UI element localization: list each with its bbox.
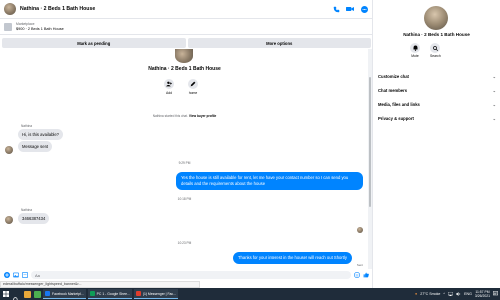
chat-start-notice: Nathina started this chat. View buyer pr… <box>0 114 369 118</box>
mark-as-pending-button[interactable]: Mark as pending <box>2 38 186 48</box>
chat-main: Nathina · 2 Beds 1 Bath House Marketplac… <box>0 0 373 288</box>
like-icon[interactable] <box>363 272 369 278</box>
header-avatar[interactable] <box>4 3 16 15</box>
sender-name: Nathina <box>21 124 32 128</box>
weather-icon: ● <box>415 292 418 296</box>
clock-date: 3/26/2021 <box>474 294 490 298</box>
call-icon[interactable] <box>331 4 341 14</box>
browser-icon <box>135 291 141 296</box>
incoming-message[interactable]: Message sent <box>18 141 53 152</box>
notification-icon[interactable] <box>493 291 498 297</box>
sender-avatar <box>5 216 13 224</box>
seen-avatar <box>357 227 363 233</box>
incoming-message[interactable]: Hi, is this available? <box>18 129 64 140</box>
taskbar-app-messenger[interactable]: (1) Messenger | Fac... <box>133 289 178 299</box>
more-icon[interactable] <box>359 4 369 14</box>
section-label: Customize chat <box>378 74 409 79</box>
browser-icon <box>45 291 50 296</box>
chat-header: Nathina · 2 Beds 1 Bath House <box>0 0 373 19</box>
home-label: home <box>188 91 198 95</box>
weather-text[interactable]: 27°C Smoke <box>420 292 440 296</box>
taskbar-app-facebook-marketplace[interactable]: Facebook Marketpl... <box>43 289 86 299</box>
add-label: Add <box>165 91 173 95</box>
task-label: Facebook Marketpl... <box>52 291 84 296</box>
video-call-icon[interactable] <box>345 4 355 14</box>
plus-icon[interactable] <box>4 272 10 278</box>
section-label: Chat members <box>378 88 408 93</box>
sender-name: Nathina <box>21 208 32 212</box>
tray-arrow-icon[interactable]: ^ <box>443 292 445 296</box>
incoming-message[interactable]: 3466387434 <box>18 213 50 224</box>
volume-icon[interactable] <box>456 291 461 297</box>
taskbar-app-google-sheets[interactable]: PC 1 - Google Shee... <box>87 289 132 299</box>
section-label: Privacy & support <box>378 116 414 121</box>
section-customize-chat[interactable]: Customize chat ⌄ <box>378 74 496 79</box>
system-tray: ● 27°C Smoke ^ ENG 11:57 PM 3/26/2021 <box>415 288 498 300</box>
task-label: (1) Messenger | Fac... <box>142 291 176 296</box>
mute-label: Mute <box>411 54 419 58</box>
task-label: PC 1 - Google Shee... <box>96 291 130 296</box>
chrome-icon[interactable] <box>34 290 41 298</box>
listing-thumbnail <box>4 23 12 31</box>
search-button[interactable]: Search <box>430 43 441 58</box>
chat-start-text: Nathina started this chat. <box>152 114 188 118</box>
search-icon <box>430 43 441 53</box>
timestamp: 9:29 PM <box>178 161 191 165</box>
windows-start-icon[interactable] <box>2 290 10 298</box>
view-buyer-profile-link[interactable]: View buyer profile <box>189 114 216 118</box>
sticker-icon[interactable] <box>22 272 28 278</box>
message-list: Nathina · 2 Beds 1 Bath House Add home N… <box>0 49 369 269</box>
file-explorer-icon[interactable] <box>24 290 31 298</box>
composer: Aa <box>0 269 373 281</box>
timestamp: 10:18 PM <box>177 197 192 201</box>
network-icon[interactable] <box>447 291 454 297</box>
taskbar: Facebook Marketpl... PC 1 - Google Shee.… <box>0 288 500 300</box>
listing-summary: $900 · 2 Beds 1 Bath House <box>16 27 64 31</box>
listing-banner[interactable]: Marketplace $900 · 2 Beds 1 Bath House <box>0 20 373 35</box>
section-label: Media, files and links <box>378 102 420 107</box>
mute-button[interactable]: Mute <box>410 43 420 58</box>
outgoing-message[interactable]: Thanks for your interest in the house! w… <box>233 252 352 264</box>
chevron-down-icon: ⌄ <box>492 116 496 121</box>
chevron-down-icon: ⌄ <box>492 74 496 79</box>
sender-avatar <box>5 146 13 154</box>
add-action[interactable]: Add <box>164 79 174 95</box>
section-media-files-links[interactable]: Media, files and links ⌄ <box>378 102 496 107</box>
language-indicator[interactable]: ENG <box>464 292 472 296</box>
emoji-icon[interactable] <box>354 272 360 278</box>
profile-name: Nathina · 2 Beds 1 Bath House <box>403 32 470 37</box>
conversation-avatar <box>175 49 193 63</box>
chevron-down-icon: ⌄ <box>492 88 496 93</box>
search-label: Search <box>430 54 441 58</box>
chat-title[interactable]: Nathina · 2 Beds 1 Bath House <box>20 6 331 12</box>
more-options-button[interactable]: More options <box>187 38 371 48</box>
add-person-icon <box>164 79 174 89</box>
clock[interactable]: 11:57 PM 3/26/2021 <box>475 290 490 298</box>
section-privacy-support[interactable]: Privacy & support ⌄ <box>378 116 496 121</box>
scrollbar-thumb[interactable] <box>369 77 371 207</box>
profile-avatar[interactable] <box>424 6 448 30</box>
outgoing-message[interactable]: Yes the house is still available for ren… <box>176 172 363 190</box>
sheets-icon <box>89 291 95 296</box>
pencil-icon <box>188 79 198 89</box>
scrollbar[interactable] <box>368 49 372 269</box>
section-chat-members[interactable]: Chat members ⌄ <box>378 88 496 93</box>
chevron-down-icon: ⌄ <box>492 102 496 107</box>
timestamp: 10:23 PM <box>177 241 192 245</box>
taskbar-search-icon[interactable] <box>13 290 21 300</box>
sent-status: Sent <box>356 263 363 267</box>
home-action[interactable]: home <box>188 79 198 95</box>
message-input[interactable]: Aa <box>31 271 351 279</box>
image-icon[interactable] <box>13 272 19 278</box>
status-bar-url: ederal/buffalo/messenger_lightspeed_bann… <box>0 281 200 288</box>
chat-info-panel: Nathina · 2 Beds 1 Bath House Mute Searc… <box>373 0 500 288</box>
conversation-name: Nathina · 2 Beds 1 Bath House <box>148 66 221 72</box>
bell-icon <box>410 43 420 53</box>
